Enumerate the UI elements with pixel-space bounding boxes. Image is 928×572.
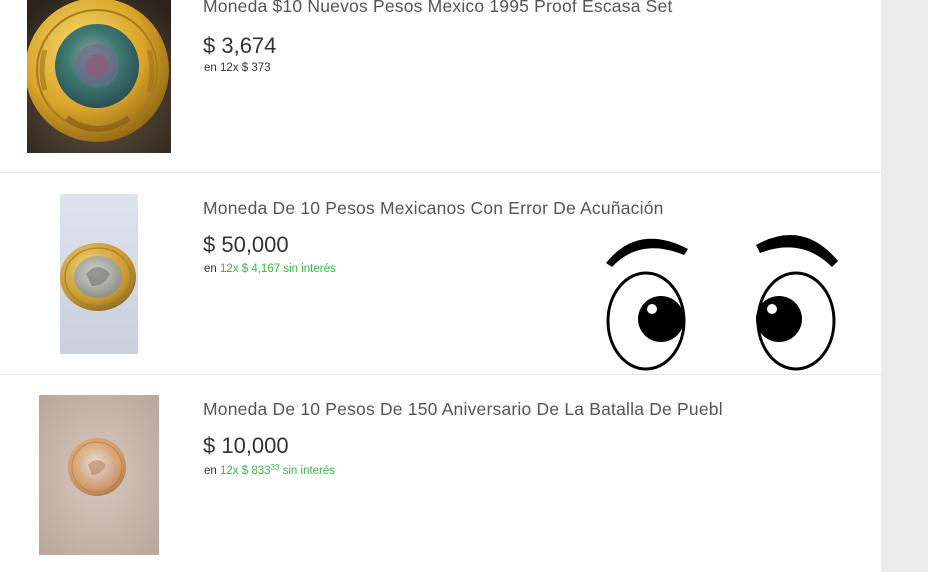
coin-photo-icon[interactable] (39, 395, 159, 555)
installment-prefix: en (204, 465, 217, 477)
listing-item[interactable]: Moneda De 10 Pesos De 150 Aniversario De… (0, 376, 881, 572)
search-results-list: Moneda $10 Nuevos Pesos Mexico 1995 Proo… (0, 0, 881, 572)
listing-item[interactable]: Moneda De 10 Pesos Mexicanos Con Error D… (0, 174, 881, 374)
installment-info: en 12x $ 4,167 sin interés (204, 263, 336, 275)
installment-cents: 33 (270, 463, 280, 472)
listing-title[interactable]: Moneda $10 Nuevos Pesos Mexico 1995 Proo… (203, 0, 673, 17)
divider (0, 172, 881, 173)
installment-interest-free: sin interés (283, 263, 336, 275)
installment-info: en 12x $ 373 (204, 62, 271, 74)
installment-prefix: en (204, 263, 217, 275)
installment-interest-free: sin interés (282, 465, 336, 477)
coin-photo-icon[interactable] (27, 0, 171, 153)
right-sidebar (881, 0, 928, 572)
listing-title[interactable]: Moneda De 10 Pesos De 150 Aniversario De… (203, 399, 723, 420)
installment-info: en 12x $ 83333 sin interés (204, 463, 335, 477)
installment-amount: 12x $ 4,167 (220, 263, 281, 275)
listing-price: $ 3,674 (203, 33, 277, 58)
installment-prefix: en (204, 62, 217, 74)
divider (0, 374, 881, 375)
installment-amount: 12x $ 373 (220, 62, 271, 74)
listing-price: $ 50,000 (203, 232, 289, 257)
installment-amount: 12x $ 833 (220, 465, 271, 477)
coin-photo-icon[interactable] (60, 194, 138, 354)
listing-price: $ 10,000 (203, 433, 289, 458)
listing-item[interactable]: Moneda $10 Nuevos Pesos Mexico 1995 Proo… (0, 0, 881, 172)
listing-title[interactable]: Moneda De 10 Pesos Mexicanos Con Error D… (203, 198, 664, 219)
